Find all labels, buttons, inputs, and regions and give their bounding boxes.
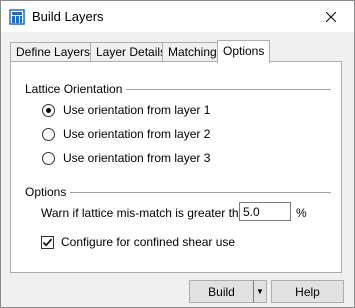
- percent-unit: %: [296, 206, 307, 220]
- radio-layer-2[interactable]: [42, 127, 55, 141]
- confined-shear-option[interactable]: Configure for confined shear use: [41, 235, 235, 249]
- tab-matching[interactable]: Matching: [162, 42, 223, 62]
- options-group-line: [25, 192, 331, 194]
- confined-shear-label: Configure for confined shear use: [61, 235, 236, 249]
- confined-shear-checkbox[interactable]: [41, 235, 54, 249]
- radio-layer-1-label: Use orientation from layer 1: [63, 103, 211, 117]
- build-dropdown-button[interactable]: ▼: [253, 280, 267, 303]
- radio-layer-3[interactable]: [42, 151, 55, 165]
- help-button[interactable]: Help: [271, 280, 344, 303]
- window-title: Build Layers: [32, 9, 104, 24]
- options-panel: Lattice Orientation Use orientation from…: [10, 61, 342, 273]
- mismatch-warning-label: Warn if lattice mis-match is greater tha…: [41, 206, 256, 220]
- build-layers-dialog: Build Layers Define Layers Layer Details…: [0, 0, 355, 308]
- radio-layer-3-label: Use orientation from layer 3: [63, 151, 211, 165]
- build-button[interactable]: Build: [189, 280, 254, 303]
- app-icon: [9, 9, 25, 25]
- close-icon: [326, 11, 336, 22]
- tab-layer-details[interactable]: Layer Details: [90, 42, 173, 62]
- close-button[interactable]: [308, 1, 354, 32]
- lattice-group-label: Lattice Orientation: [25, 82, 127, 96]
- mismatch-threshold-input[interactable]: [239, 202, 291, 221]
- lattice-option-3[interactable]: Use orientation from layer 3: [42, 151, 210, 165]
- dropdown-arrow-icon: ▼: [256, 287, 264, 296]
- lattice-option-2[interactable]: Use orientation from layer 2: [42, 127, 210, 141]
- tab-define-layers[interactable]: Define Layers: [10, 42, 97, 62]
- options-group-label: Options: [25, 185, 71, 199]
- title-bar: Build Layers: [1, 1, 354, 32]
- lattice-option-1[interactable]: Use orientation from layer 1: [42, 103, 210, 117]
- tab-options[interactable]: Options: [217, 40, 271, 63]
- radio-layer-1[interactable]: [42, 103, 55, 117]
- radio-layer-2-label: Use orientation from layer 2: [63, 127, 211, 141]
- checkmark-icon: [42, 238, 53, 246]
